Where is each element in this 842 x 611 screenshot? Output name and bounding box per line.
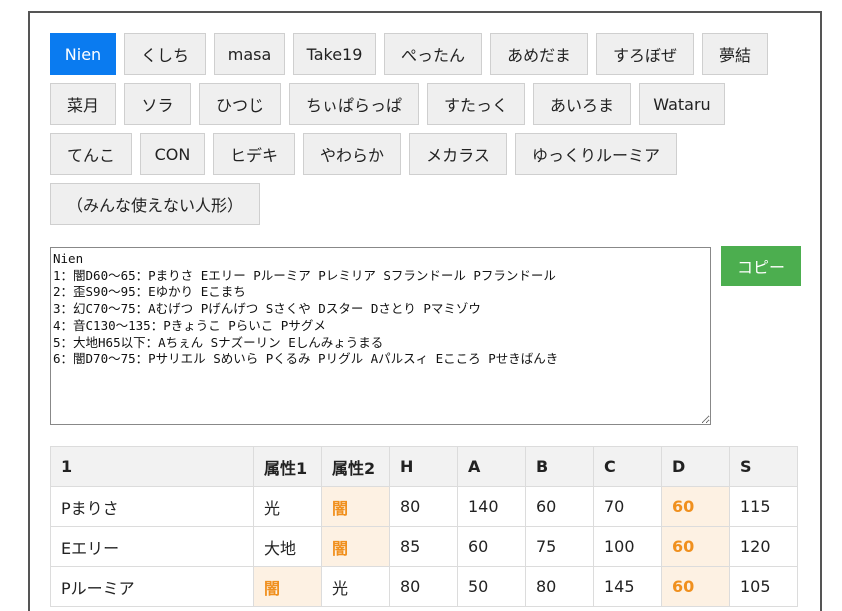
table-cell: 70: [593, 486, 662, 527]
player-button-kushichi[interactable]: くしち: [124, 33, 206, 75]
table-row: Eエリー 大地闇 85 60 75 100 60 120: [50, 526, 798, 567]
column-header: S: [729, 446, 798, 487]
table-cell: 85: [389, 526, 458, 567]
table-cell: Pルーミア: [50, 566, 254, 607]
table-cell: Eエリー: [50, 526, 254, 567]
column-header: 属性1: [253, 446, 322, 487]
table-cell: 闇: [253, 566, 322, 607]
column-header: 属性2: [321, 446, 390, 487]
stats-table: 1 属性1 属性2 H A B C D S Pまりさ光闇 80 140 60 70 60 1…: [50, 446, 798, 607]
player-button-yukkuri-rumia[interactable]: ゆっくりルーミア: [515, 133, 677, 175]
player-button-take19[interactable]: Take19: [293, 33, 376, 75]
player-button-mekarasu[interactable]: メカラス: [409, 133, 507, 175]
main-panel: Nien くしち masa Take19 ぺったん あめだま すろぼぜ 夢結 菜…: [28, 11, 822, 611]
table-cell: 80: [389, 486, 458, 527]
player-button-unusable-dolls[interactable]: （みんな使えない人形）: [50, 183, 260, 225]
player-button-row: Nien くしち masa Take19 ぺったん あめだま すろぼぜ 夢結: [50, 33, 810, 75]
table-cell: 60: [661, 566, 730, 607]
table-cell: Pまりさ: [50, 486, 254, 527]
table-cell: 光: [253, 486, 322, 527]
table-header-row: 1 属性1 属性2 H A B C D S: [50, 446, 798, 487]
player-button-yawaraka[interactable]: やわらか: [303, 133, 401, 175]
team-text-area[interactable]: [50, 247, 711, 425]
table-cell: 120: [729, 526, 798, 567]
player-button-masa[interactable]: masa: [214, 33, 285, 75]
table-cell: 140: [457, 486, 526, 527]
player-button-row: （みんな使えない人形）: [50, 183, 810, 225]
table-cell: 80: [389, 566, 458, 607]
player-button-tenko[interactable]: てんこ: [50, 133, 132, 175]
player-button-hideki[interactable]: ヒデキ: [213, 133, 295, 175]
column-header: A: [457, 446, 526, 487]
table-cell: 闇: [321, 526, 390, 567]
player-button-nien[interactable]: Nien: [50, 33, 116, 75]
column-header: B: [525, 446, 594, 487]
player-button-row: てんこ CON ヒデキ やわらか メカラス ゆっくりルーミア: [50, 133, 810, 175]
column-header: C: [593, 446, 662, 487]
table-row: Pルーミア闇光 80 50 80 145 60 105: [50, 566, 798, 607]
player-button-yuyu[interactable]: 夢結: [702, 33, 768, 75]
player-button-natsuki[interactable]: 菜月: [50, 83, 116, 125]
table-cell: 50: [457, 566, 526, 607]
table-cell: 100: [593, 526, 662, 567]
table-cell: 60: [457, 526, 526, 567]
player-button-row: 菜月 ソラ ひつじ ちぃぱらっぱ すたっく あいろま Wataru: [50, 83, 810, 125]
player-button-surobose[interactable]: すろぼぜ: [596, 33, 694, 75]
column-header: D: [661, 446, 730, 487]
column-header: H: [389, 446, 458, 487]
player-button-wataru[interactable]: Wataru: [639, 83, 725, 125]
player-button-hitsuji[interactable]: ひつじ: [199, 83, 281, 125]
table-cell: 闇: [321, 486, 390, 527]
player-button-airoma[interactable]: あいろま: [533, 83, 631, 125]
player-button-con[interactable]: CON: [140, 133, 205, 175]
copy-button[interactable]: コピー: [721, 246, 801, 286]
player-button-chiiparappa[interactable]: ちぃぱらっぱ: [289, 83, 419, 125]
table-cell: 60: [661, 486, 730, 527]
table-cell: 75: [525, 526, 594, 567]
column-header: 1: [50, 446, 254, 487]
table-cell: 60: [661, 526, 730, 567]
table-row: Pまりさ光闇 80 140 60 70 60 115: [50, 486, 798, 527]
player-button-area: Nien くしち masa Take19 ぺったん あめだま すろぼぜ 夢結 菜…: [50, 33, 810, 233]
player-button-sora[interactable]: ソラ: [124, 83, 191, 125]
player-button-pettan[interactable]: ぺったん: [384, 33, 482, 75]
table-cell: 60: [525, 486, 594, 527]
table-cell: 光: [321, 566, 390, 607]
table-cell: 80: [525, 566, 594, 607]
player-button-sutakku[interactable]: すたっく: [427, 83, 525, 125]
table-cell: 大地: [253, 526, 322, 567]
table-cell: 145: [593, 566, 662, 607]
table-cell: 115: [729, 486, 798, 527]
table-cell: 105: [729, 566, 798, 607]
player-button-amedama[interactable]: あめだま: [490, 33, 588, 75]
table-body: Pまりさ光闇 80 140 60 70 60 115 Eエリー 大地闇 85 60 75 100 60 12…: [50, 486, 798, 607]
